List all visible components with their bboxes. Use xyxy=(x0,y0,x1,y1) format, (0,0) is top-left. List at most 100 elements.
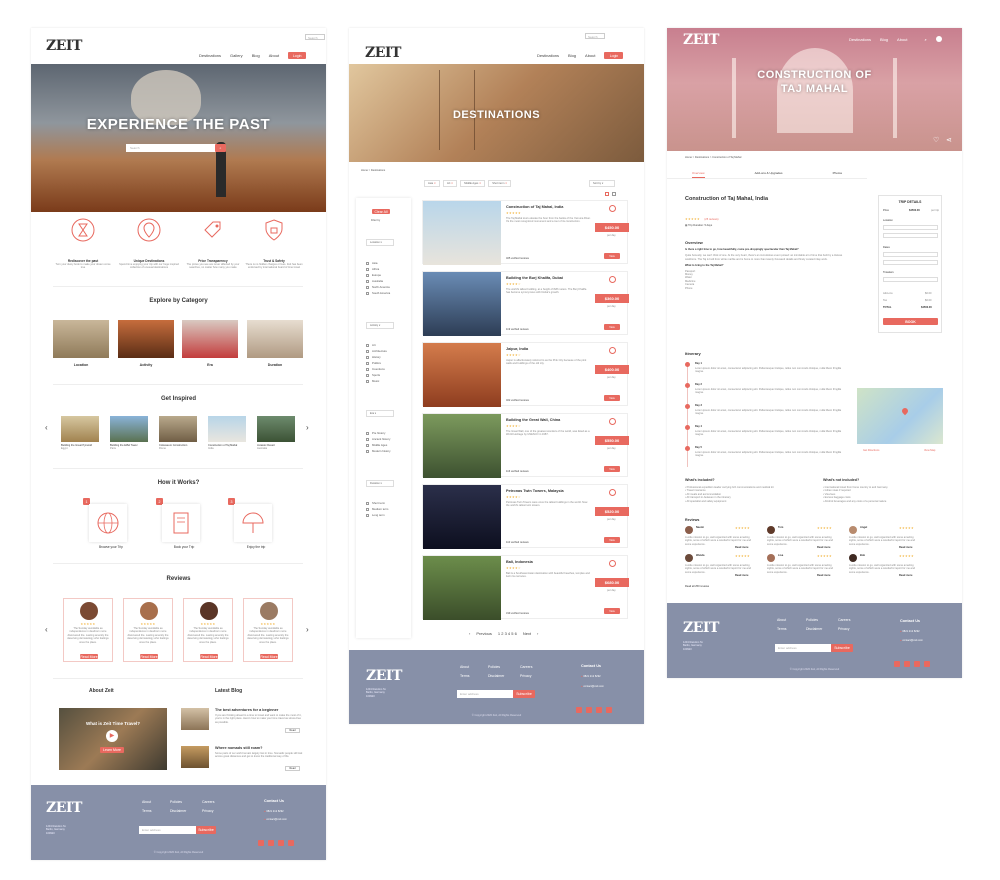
destination-card[interactable]: Building the Burj Khalifa, Dubai ★★★★☆ T… xyxy=(422,271,629,336)
footer-link[interactable]: Policies xyxy=(170,798,186,807)
contact-email-text[interactable]: contact@zeit.com xyxy=(902,639,923,642)
learn-more-button[interactable]: Learn More xyxy=(100,747,124,753)
directions-link[interactable]: Get Directions xyxy=(863,449,879,452)
grid-view-icon[interactable] xyxy=(605,192,609,196)
nav-about[interactable]: About xyxy=(585,53,595,58)
subscribe-button[interactable]: Subscribe xyxy=(513,690,535,698)
view-button[interactable]: View xyxy=(604,324,620,330)
contact-email-text[interactable]: contact@zeit.com xyxy=(266,818,287,821)
route-map[interactable] xyxy=(857,388,943,444)
destination-title[interactable]: Bali, Indonesia xyxy=(506,560,596,564)
read-more-link[interactable]: Read more xyxy=(899,574,912,577)
filter-checkbox[interactable]: Modern history xyxy=(366,448,391,454)
youtube-icon[interactable] xyxy=(268,840,274,846)
filter-chip[interactable]: Asia ✕ xyxy=(424,180,440,187)
newsletter-email-input[interactable]: Enter address xyxy=(775,644,831,652)
footer-link[interactable]: About xyxy=(777,616,787,625)
view-button[interactable]: View xyxy=(604,395,620,401)
nav-gallery[interactable]: Gallery xyxy=(230,53,243,58)
read-more-button[interactable]: Read More xyxy=(80,654,98,659)
destination-card[interactable]: Construction of Taj Mahal, India ★★★★★ T… xyxy=(422,200,629,265)
category-image-activity[interactable] xyxy=(118,320,174,358)
favorite-heart-icon[interactable] xyxy=(609,489,616,496)
footer-link[interactable]: Privacy xyxy=(838,625,850,634)
footer-link[interactable]: Policies xyxy=(488,663,504,672)
filter-checkbox[interactable]: South America xyxy=(366,290,390,296)
breadcrumb[interactable]: Home > Destinations xyxy=(361,169,385,172)
destination-title[interactable]: Construction of Taj Mahal, India xyxy=(506,205,596,209)
inspired-image[interactable] xyxy=(61,416,99,442)
twitter-icon[interactable] xyxy=(278,840,284,846)
footer-logo[interactable]: ZEIT xyxy=(366,668,402,684)
tab-overview[interactable]: Overview xyxy=(692,171,705,178)
footer-link[interactable]: Careers xyxy=(520,663,532,672)
footer-link[interactable]: Disclaimer xyxy=(806,625,822,634)
close-icon[interactable]: ✕ xyxy=(479,182,481,185)
carousel-next-icon[interactable]: › xyxy=(306,423,309,432)
list-view-icon[interactable] xyxy=(612,192,616,196)
view-button[interactable]: View xyxy=(604,537,620,543)
nav-destinations[interactable]: Destinations xyxy=(537,53,559,58)
favorite-heart-icon[interactable] xyxy=(609,347,616,354)
subscribe-button[interactable]: Subscribe xyxy=(831,644,853,652)
blog-image[interactable] xyxy=(181,708,209,730)
travelers-select[interactable] xyxy=(883,277,938,282)
login-button[interactable]: Login xyxy=(604,52,624,59)
twitter-icon[interactable] xyxy=(914,661,920,667)
filter-group-header[interactable]: Location ▾ xyxy=(366,239,394,246)
filter-chip[interactable]: Short term ✕ xyxy=(488,180,512,187)
twitter-icon[interactable] xyxy=(596,707,602,713)
nav-about[interactable]: About xyxy=(897,37,907,42)
logo[interactable]: ZEIT xyxy=(46,38,82,54)
category-image-era[interactable] xyxy=(182,320,238,358)
blog-post-title[interactable]: Where nomads still roam? xyxy=(215,746,303,750)
destination-card[interactable]: Jaipur, India ★★★★☆ Jaipur is affectiona… xyxy=(422,342,629,407)
chevron-right-icon[interactable]: › xyxy=(537,631,538,636)
reviews-prev-icon[interactable]: ‹ xyxy=(45,625,48,634)
next-page-link[interactable]: Next xyxy=(523,631,531,636)
footer-link[interactable]: About xyxy=(142,798,152,807)
destination-image[interactable] xyxy=(423,272,501,336)
view-button[interactable]: View xyxy=(604,253,620,259)
footer-link[interactable]: Terms xyxy=(142,807,152,816)
blog-post-title[interactable]: The best adventures for a beginner xyxy=(215,708,303,712)
date-end-input[interactable] xyxy=(883,260,938,265)
blog-image[interactable] xyxy=(181,746,209,768)
blog-read-button[interactable]: Read xyxy=(285,766,300,771)
filter-group-header[interactable]: Activity ▾ xyxy=(366,322,394,329)
carousel-prev-icon[interactable]: ‹ xyxy=(45,423,48,432)
read-all-reviews-link[interactable]: Read all 250 reviews xyxy=(685,585,709,588)
play-icon[interactable]: ▶ xyxy=(106,730,118,742)
contact-email-text[interactable]: contact@zeit.com xyxy=(583,685,604,688)
footer-link[interactable]: Privacy xyxy=(520,672,532,681)
book-button[interactable]: BOOK xyxy=(883,318,938,325)
read-more-button[interactable]: Read More xyxy=(200,654,218,659)
page-numbers[interactable]: 1 2 3 4 5 6 xyxy=(498,631,517,636)
nav-blog[interactable]: Blog xyxy=(568,53,576,58)
facebook-icon[interactable] xyxy=(258,840,264,846)
destination-image[interactable] xyxy=(423,556,501,620)
instagram-icon[interactable] xyxy=(288,840,294,846)
search-input[interactable]: Search xyxy=(305,34,325,40)
user-icon[interactable] xyxy=(935,36,942,42)
sort-select[interactable]: Sort by ▾ xyxy=(589,180,615,187)
newsletter-email-input[interactable]: Enter address xyxy=(457,690,513,698)
close-icon[interactable]: ✕ xyxy=(505,182,507,185)
hero-search-button[interactable]: ⌕ xyxy=(215,144,226,152)
destination-title[interactable]: Jaipur, India xyxy=(506,347,596,351)
filter-checkbox[interactable]: Music xyxy=(366,378,387,384)
tab-addons[interactable]: Add-ons & Upgrades xyxy=(755,171,783,178)
prev-page-link[interactable]: Previous xyxy=(476,631,492,636)
read-more-button[interactable]: Read More xyxy=(260,654,278,659)
destination-card[interactable]: Petronas Twin Towers, Malaysia ★★★★☆ Pet… xyxy=(422,484,629,549)
clear-all-button[interactable]: Clear All xyxy=(372,209,390,214)
inspired-image[interactable] xyxy=(208,416,246,442)
footer-link[interactable]: Terms xyxy=(777,625,787,634)
instagram-icon[interactable] xyxy=(924,661,930,667)
destination-image[interactable] xyxy=(423,343,501,407)
read-more-link[interactable]: Read more xyxy=(735,546,748,549)
footer-logo[interactable]: ZEIT xyxy=(683,620,719,636)
logo[interactable]: ZEIT xyxy=(683,32,719,48)
facebook-icon[interactable] xyxy=(894,661,900,667)
close-icon[interactable]: ✕ xyxy=(451,182,453,185)
